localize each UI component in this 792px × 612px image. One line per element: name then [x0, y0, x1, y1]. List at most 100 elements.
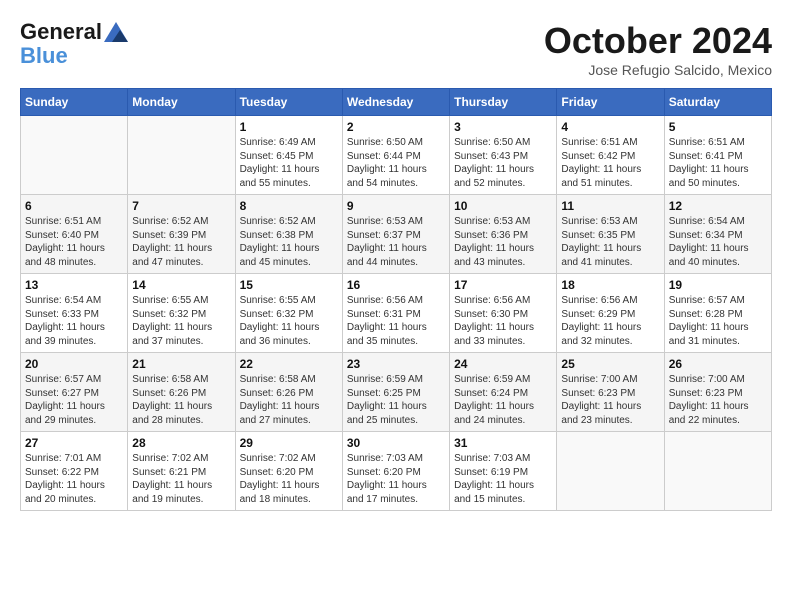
- calendar-week-row: 1 Sunrise: 6:49 AMSunset: 6:45 PMDaylight…: [21, 116, 772, 195]
- calendar-cell: 31Sunrise: 7:03 AMSunset: 6:19 PMDayligh…: [450, 432, 557, 511]
- day-number: 13: [25, 278, 123, 292]
- day-info: Sunrise: 6:58 AMSunset: 6:26 PMDaylight:…: [132, 373, 230, 427]
- calendar-cell: 22 Sunrise: 6:58 AMSunset: 6:26 PMDayligh…: [235, 353, 342, 432]
- weekday-header-thursday: Thursday: [450, 89, 557, 116]
- calendar-cell: 2 Sunrise: 6:50 AMSunset: 6:44 PMDaylight…: [342, 116, 449, 195]
- weekday-header-wednesday: Wednesday: [342, 89, 449, 116]
- calendar-cell: 27Sunrise: 7:01 AMSunset: 6:22 PMDayligh…: [21, 432, 128, 511]
- day-info: Sunrise: 7:02 AMSunset: 6:20 PMDaylight:…: [240, 452, 338, 506]
- day-number: 5: [669, 120, 767, 134]
- day-info: Sunrise: 6:50 AMSunset: 6:43 PMDaylight:…: [454, 136, 552, 190]
- day-info: Sunrise: 6:55 AMSunset: 6:32 PMDaylight:…: [132, 294, 230, 348]
- weekday-header-sunday: Sunday: [21, 89, 128, 116]
- day-info: Sunrise: 6:58 AMSunset: 6:26 PMDaylight:…: [240, 373, 338, 427]
- day-info: Sunrise: 6:52 AMSunset: 6:39 PMDaylight:…: [132, 215, 230, 269]
- day-info: Sunrise: 6:56 AMSunset: 6:29 PMDaylight:…: [561, 294, 659, 348]
- calendar-cell: 13Sunrise: 6:54 AMSunset: 6:33 PMDayligh…: [21, 274, 128, 353]
- calendar-cell: 23Sunrise: 6:59 AMSunset: 6:25 PMDayligh…: [342, 353, 449, 432]
- location-subtitle: Jose Refugio Salcido, Mexico: [544, 62, 772, 78]
- weekday-header-saturday: Saturday: [664, 89, 771, 116]
- weekday-header-friday: Friday: [557, 89, 664, 116]
- calendar-cell: 7 Sunrise: 6:52 AMSunset: 6:39 PMDaylight…: [128, 195, 235, 274]
- day-number: 11: [561, 199, 659, 213]
- calendar-cell: 20 Sunrise: 6:57 AMSunset: 6:27 PMDayligh…: [21, 353, 128, 432]
- calendar-header-row: SundayMondayTuesdayWednesdayThursdayFrid…: [21, 89, 772, 116]
- day-number: 17: [454, 278, 552, 292]
- calendar-cell: 29 Sunrise: 7:02 AMSunset: 6:20 PMDayligh…: [235, 432, 342, 511]
- calendar-week-row: 20 Sunrise: 6:57 AMSunset: 6:27 PMDayligh…: [21, 353, 772, 432]
- day-number: 16: [347, 278, 445, 292]
- day-number: 26: [669, 357, 767, 371]
- calendar-week-row: 6 Sunrise: 6:51 AMSunset: 6:40 PMDaylight…: [21, 195, 772, 274]
- day-info: Sunrise: 6:57 AMSunset: 6:27 PMDaylight:…: [25, 373, 123, 427]
- page-header: General Blue October 2024 Jose Refugio S…: [20, 20, 772, 78]
- day-number: 4: [561, 120, 659, 134]
- day-info: Sunrise: 6:54 AMSunset: 6:34 PMDaylight:…: [669, 215, 767, 269]
- day-number: 6: [25, 199, 123, 213]
- day-number: 15: [240, 278, 338, 292]
- day-number: 19: [669, 278, 767, 292]
- day-number: 25: [561, 357, 659, 371]
- calendar-week-row: 13Sunrise: 6:54 AMSunset: 6:33 PMDayligh…: [21, 274, 772, 353]
- day-number: 7: [132, 199, 230, 213]
- calendar-cell: [557, 432, 664, 511]
- day-info: Sunrise: 7:01 AMSunset: 6:22 PMDaylight:…: [25, 452, 123, 506]
- calendar-cell: 14 Sunrise: 6:55 AMSunset: 6:32 PMDayligh…: [128, 274, 235, 353]
- day-info: Sunrise: 7:03 AMSunset: 6:19 PMDaylight:…: [454, 452, 552, 506]
- calendar-cell: 11 Sunrise: 6:53 AMSunset: 6:35 PMDayligh…: [557, 195, 664, 274]
- day-info: Sunrise: 6:51 AMSunset: 6:42 PMDaylight:…: [561, 136, 659, 190]
- calendar-cell: 5Sunrise: 6:51 AMSunset: 6:41 PMDaylight…: [664, 116, 771, 195]
- day-info: Sunrise: 6:52 AMSunset: 6:38 PMDaylight:…: [240, 215, 338, 269]
- day-info: Sunrise: 6:50 AMSunset: 6:44 PMDaylight:…: [347, 136, 445, 190]
- day-info: Sunrise: 7:02 AMSunset: 6:21 PMDaylight:…: [132, 452, 230, 506]
- day-info: Sunrise: 6:51 AMSunset: 6:40 PMDaylight:…: [25, 215, 123, 269]
- calendar-cell: 12 Sunrise: 6:54 AMSunset: 6:34 PMDayligh…: [664, 195, 771, 274]
- calendar-cell: 24Sunrise: 6:59 AMSunset: 6:24 PMDayligh…: [450, 353, 557, 432]
- calendar-cell: 19 Sunrise: 6:57 AMSunset: 6:28 PMDayligh…: [664, 274, 771, 353]
- calendar-cell: 15 Sunrise: 6:55 AMSunset: 6:32 PMDayligh…: [235, 274, 342, 353]
- day-info: Sunrise: 6:49 AMSunset: 6:45 PMDaylight:…: [240, 136, 338, 190]
- day-info: Sunrise: 6:53 AMSunset: 6:37 PMDaylight:…: [347, 215, 445, 269]
- calendar-cell: 17 Sunrise: 6:56 AMSunset: 6:30 PMDayligh…: [450, 274, 557, 353]
- calendar-cell: 26 Sunrise: 7:00 AMSunset: 6:23 PMDayligh…: [664, 353, 771, 432]
- day-number: 12: [669, 199, 767, 213]
- day-number: 3: [454, 120, 552, 134]
- day-number: 14: [132, 278, 230, 292]
- day-info: Sunrise: 6:53 AMSunset: 6:36 PMDaylight:…: [454, 215, 552, 269]
- calendar-cell: 16Sunrise: 6:56 AMSunset: 6:31 PMDayligh…: [342, 274, 449, 353]
- day-number: 9: [347, 199, 445, 213]
- day-number: 10: [454, 199, 552, 213]
- day-number: 21: [132, 357, 230, 371]
- day-info: Sunrise: 6:53 AMSunset: 6:35 PMDaylight:…: [561, 215, 659, 269]
- calendar-cell: 18Sunrise: 6:56 AMSunset: 6:29 PMDayligh…: [557, 274, 664, 353]
- day-number: 2: [347, 120, 445, 134]
- calendar-cell: 28 Sunrise: 7:02 AMSunset: 6:21 PMDayligh…: [128, 432, 235, 511]
- weekday-header-monday: Monday: [128, 89, 235, 116]
- calendar-cell: [21, 116, 128, 195]
- logo: General Blue: [20, 20, 128, 68]
- calendar-cell: [128, 116, 235, 195]
- calendar-cell: 25Sunrise: 7:00 AMSunset: 6:23 PMDayligh…: [557, 353, 664, 432]
- calendar-cell: 8Sunrise: 6:52 AMSunset: 6:38 PMDaylight…: [235, 195, 342, 274]
- calendar-cell: [664, 432, 771, 511]
- day-info: Sunrise: 6:59 AMSunset: 6:25 PMDaylight:…: [347, 373, 445, 427]
- day-info: Sunrise: 6:55 AMSunset: 6:32 PMDaylight:…: [240, 294, 338, 348]
- day-number: 29: [240, 436, 338, 450]
- day-info: Sunrise: 7:00 AMSunset: 6:23 PMDaylight:…: [669, 373, 767, 427]
- day-info: Sunrise: 6:56 AMSunset: 6:30 PMDaylight:…: [454, 294, 552, 348]
- day-number: 28: [132, 436, 230, 450]
- day-info: Sunrise: 6:57 AMSunset: 6:28 PMDaylight:…: [669, 294, 767, 348]
- day-number: 1: [240, 120, 338, 134]
- calendar-cell: 3 Sunrise: 6:50 AMSunset: 6:43 PMDaylight…: [450, 116, 557, 195]
- calendar-week-row: 27Sunrise: 7:01 AMSunset: 6:22 PMDayligh…: [21, 432, 772, 511]
- day-number: 22: [240, 357, 338, 371]
- calendar-cell: 9 Sunrise: 6:53 AMSunset: 6:37 PMDaylight…: [342, 195, 449, 274]
- day-number: 30: [347, 436, 445, 450]
- calendar-cell: 21 Sunrise: 6:58 AMSunset: 6:26 PMDayligh…: [128, 353, 235, 432]
- calendar-cell: 4 Sunrise: 6:51 AMSunset: 6:42 PMDaylight…: [557, 116, 664, 195]
- calendar-cell: 10 Sunrise: 6:53 AMSunset: 6:36 PMDayligh…: [450, 195, 557, 274]
- day-number: 20: [25, 357, 123, 371]
- day-number: 24: [454, 357, 552, 371]
- title-area: October 2024 Jose Refugio Salcido, Mexic…: [544, 20, 772, 78]
- weekday-header-tuesday: Tuesday: [235, 89, 342, 116]
